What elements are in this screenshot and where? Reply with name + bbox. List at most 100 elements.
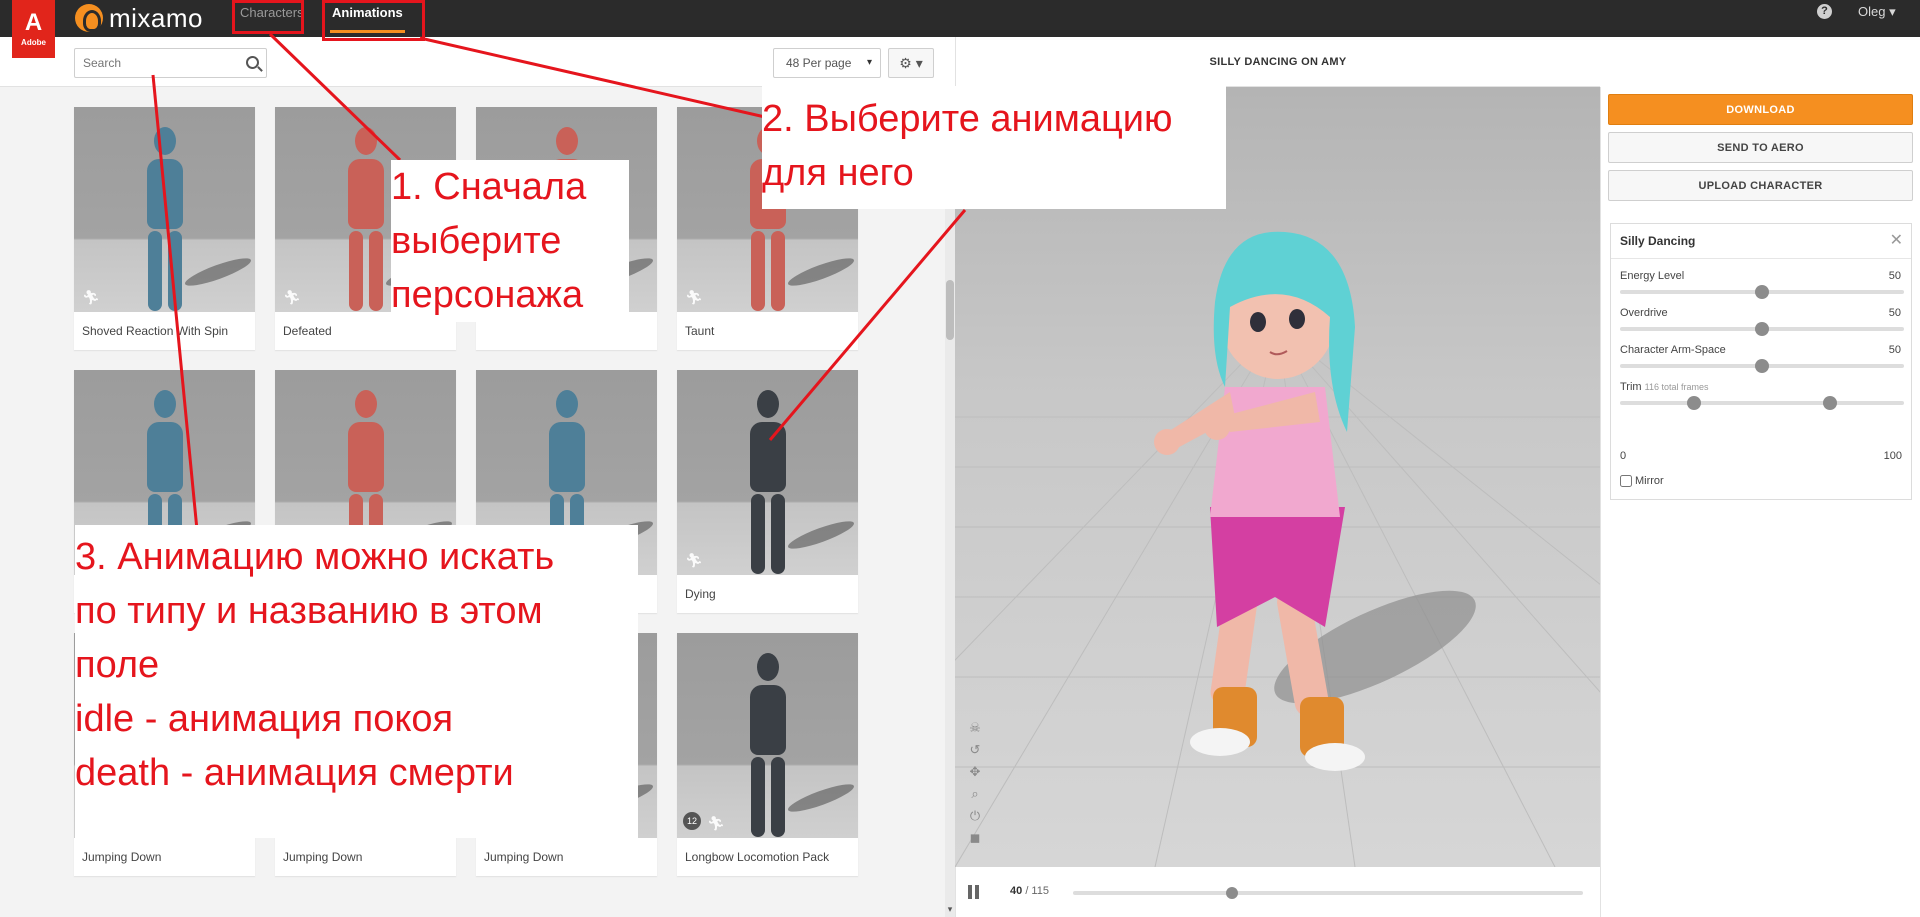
scroll-down-icon[interactable]: ▾ xyxy=(945,904,955,915)
close-icon[interactable]: ✕ xyxy=(1890,230,1903,250)
figure-shadow xyxy=(182,253,253,291)
param-value: 50 xyxy=(1888,307,1901,319)
upload-character-button[interactable]: UPLOAD CHARACTER xyxy=(1608,170,1913,201)
playback-bar: 40 / 115 xyxy=(955,867,1600,917)
pack-count-badge: 12 xyxy=(683,812,701,830)
trim-max-value: 100 xyxy=(1883,450,1902,462)
character-figure xyxy=(146,127,183,311)
send-to-aero-button[interactable]: SEND TO AERO xyxy=(1608,132,1913,163)
adobe-logo[interactable]: A Adobe xyxy=(12,0,55,58)
highlight-characters-tab xyxy=(232,0,304,34)
search-input[interactable] xyxy=(75,49,235,77)
param-value: 50 xyxy=(1888,270,1901,282)
running-figure-icon: 🏃︎ xyxy=(685,552,703,568)
animation-name: Silly Dancing xyxy=(1620,234,1696,248)
animation-card[interactable]: 🏃︎ Shoved Reaction With Spin xyxy=(74,107,255,350)
running-figure-icon: 🏃︎ xyxy=(685,289,703,305)
mixamo-brand[interactable]: mixamo xyxy=(75,2,203,34)
trim-slider-track[interactable] xyxy=(1620,396,1904,410)
param-value: 50 xyxy=(1888,344,1901,356)
running-figure-icon: 🏃︎ xyxy=(707,815,725,831)
animation-label: Longbow Locomotion Pack xyxy=(685,850,830,864)
timeline-slider[interactable] xyxy=(1073,887,1583,899)
animation-label: Taunt xyxy=(685,324,715,338)
trim-end-knob[interactable] xyxy=(1823,396,1838,410)
running-figure-icon: 🏃︎ xyxy=(82,289,100,305)
trim-label: Trim 116 total frames xyxy=(1620,381,1904,393)
param-label: Character Arm-Space xyxy=(1620,344,1726,356)
animation-settings-panel: DOWNLOAD SEND TO AERO UPLOAD CHARACTER S… xyxy=(1600,87,1920,917)
search-icon[interactable] xyxy=(246,56,259,69)
annotation-line: 1. Сначала xyxy=(391,166,587,208)
viewer-title: SILLY DANCING ON AMY xyxy=(955,37,1600,87)
animation-label: Dying xyxy=(685,587,716,601)
annotation-line: для него xyxy=(762,152,914,194)
annotation-step-2: 2. Выберите анимацию для него xyxy=(762,86,1226,209)
character-figure xyxy=(749,653,786,837)
skull-icon[interactable]: ☠ xyxy=(968,720,982,742)
user-name: Oleg xyxy=(1858,4,1886,19)
scrollbar-thumb[interactable] xyxy=(946,280,954,340)
power-icon[interactable]: ⏻ xyxy=(968,808,982,830)
slider-knob[interactable] xyxy=(1755,322,1769,336)
download-button[interactable]: DOWNLOAD xyxy=(1608,94,1913,125)
divider xyxy=(1611,258,1911,259)
mirror-checkbox[interactable] xyxy=(1620,475,1632,487)
annotation-line: выберите xyxy=(391,220,562,262)
animation-pack-card[interactable]: 12 🏃︎ Longbow Locomotion Pack xyxy=(677,633,866,884)
grid-scrollbar[interactable]: ▾ xyxy=(945,87,955,917)
param-overdrive: Overdrive 50 xyxy=(1620,307,1904,336)
annotation-line: 3. Анимацию можно искать xyxy=(75,536,555,578)
trim-start-knob[interactable] xyxy=(1686,396,1701,410)
slider-track[interactable] xyxy=(1620,285,1904,299)
character-figure xyxy=(749,390,786,574)
annotation-step-3: 3. Анимацию можно искать по типу и назва… xyxy=(75,525,638,838)
annotation-line: персонажа xyxy=(391,274,584,316)
trim-name: Trim xyxy=(1620,381,1642,393)
slider-track[interactable] xyxy=(1620,322,1904,336)
user-menu[interactable]: Oleg ▾ xyxy=(1858,4,1896,20)
animation-label: Shoved Reaction With Spin xyxy=(82,324,229,338)
frame-readout: 40 / 115 xyxy=(1010,885,1049,897)
mixamo-logo-icon xyxy=(75,4,103,32)
per-page-select[interactable]: 48 Per page ▾ xyxy=(773,48,881,78)
adobe-logo-mark: A xyxy=(24,9,43,36)
param-character-arm-space: Character Arm-Space 50 xyxy=(1620,344,1904,373)
param-label: Overdrive xyxy=(1620,307,1668,319)
pause-icon[interactable] xyxy=(968,885,980,899)
brand-name: mixamo xyxy=(109,2,204,33)
annotation-line: по типу и названию в этом xyxy=(75,590,543,632)
mixamo-app: mixamo Characters Animations ? Oleg ▾ A … xyxy=(0,0,1920,917)
trim-min-value: 0 xyxy=(1620,450,1627,462)
highlight-animations-tab xyxy=(322,0,425,41)
move-icon[interactable]: ✥ xyxy=(968,764,982,786)
adobe-logo-text: Adobe xyxy=(21,38,46,47)
mirror-label: Mirror xyxy=(1635,475,1664,487)
slider-knob[interactable] xyxy=(1755,285,1769,299)
gear-icon[interactable]: ⚙ ▾ xyxy=(888,48,934,78)
current-frame: 40 xyxy=(1010,885,1023,897)
figure-shadow xyxy=(785,516,856,554)
help-icon[interactable]: ? xyxy=(1817,4,1832,19)
annotation-line: idle - анимация покоя xyxy=(75,698,454,740)
animation-label: Jumping Down xyxy=(484,850,564,864)
slider-track[interactable] xyxy=(1620,359,1904,373)
viewer-toolbar: ☠ ↺ ✥ ⌕ ⏻ ◼ xyxy=(968,720,982,852)
param-energy-level: Energy Level 50 xyxy=(1620,270,1904,299)
annotation-step-1: 1. Сначала выберите персонажа xyxy=(391,160,629,322)
figure-shadow xyxy=(785,779,856,817)
annotation-line: 2. Выберите анимацию xyxy=(762,98,1173,140)
animation-card[interactable]: 🏃︎ Dying xyxy=(677,370,858,613)
timeline-knob[interactable] xyxy=(1226,887,1238,899)
zoom-icon[interactable]: ⌕ xyxy=(968,786,982,808)
slider-knob[interactable] xyxy=(1755,359,1769,373)
undo-icon[interactable]: ↺ xyxy=(968,742,982,764)
camera-icon[interactable]: ◼ xyxy=(968,830,982,852)
browser-toolbar: 48 Per page ▾ ⚙ ▾ xyxy=(0,37,955,87)
param-label: Energy Level xyxy=(1620,270,1685,282)
animation-parameters: Silly Dancing ✕ Energy Level 50 Overdriv… xyxy=(1610,223,1912,500)
character-figure xyxy=(347,127,384,311)
animation-thumbnail: 🏃︎ xyxy=(677,370,858,575)
mirror-option[interactable]: Mirror xyxy=(1620,475,1664,487)
per-page-value: 48 Per page xyxy=(786,56,852,70)
